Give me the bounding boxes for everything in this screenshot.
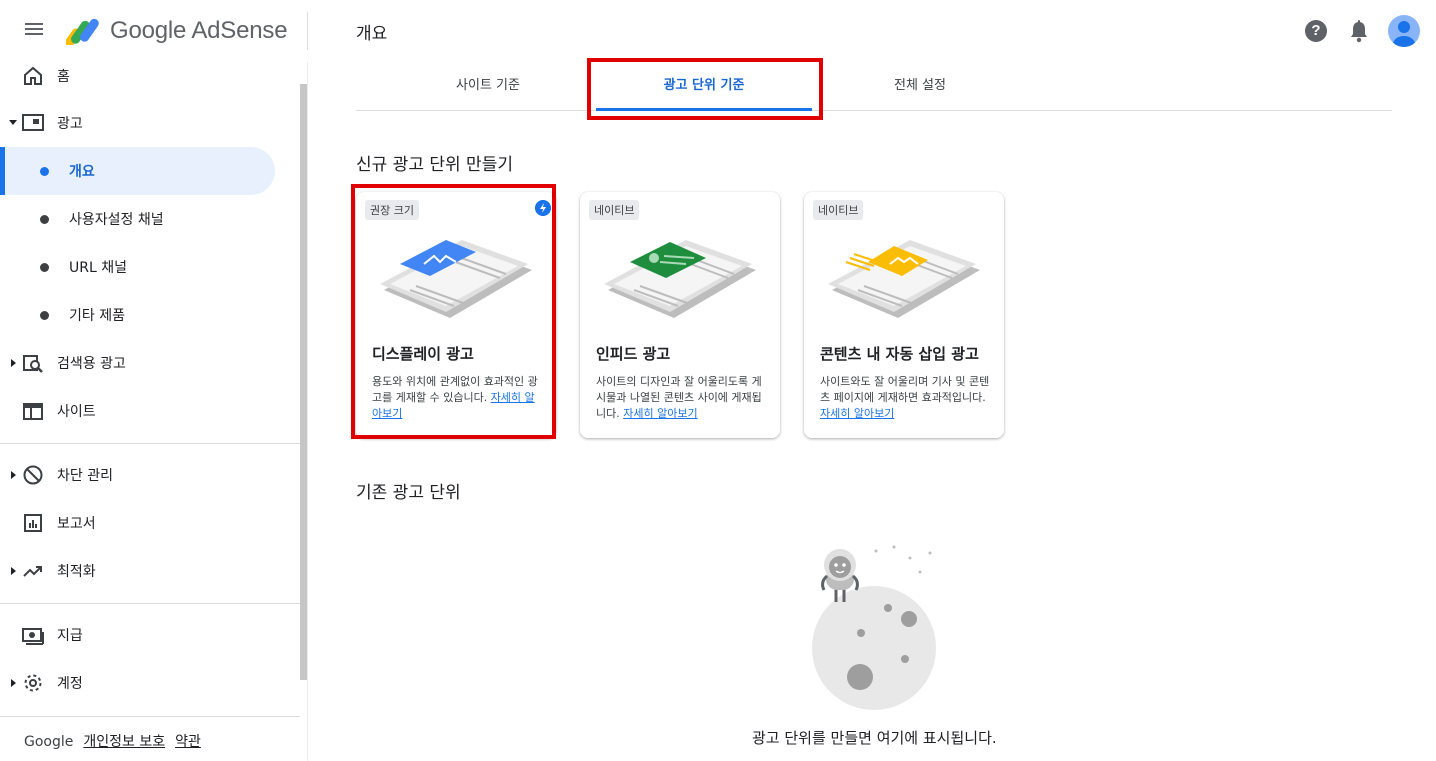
card-description: 사이트와도 잘 어울리며 기사 및 콘텐츠 페이지에 게재하면 효과적입니다. … (820, 374, 992, 422)
sidebar-item-label: 홈 (57, 69, 70, 85)
sidebar-item-account[interactable]: 계정 (0, 659, 300, 707)
sidebar-item-ads[interactable]: 광고 (0, 99, 300, 147)
card-description: 사이트의 디자인과 잘 어울리도록 게시물과 나열된 콘텐츠 사이에 게재됩니다… (596, 374, 768, 422)
create-section-title: 신규 광고 단위 만들기 (356, 155, 513, 175)
sidebar-item-label: 개요 (69, 164, 95, 180)
caret-right-icon (11, 679, 16, 687)
block-icon (23, 465, 43, 485)
sidebar-divider (0, 443, 300, 444)
sidebar-item-label: 기타 제품 (69, 308, 125, 324)
trending-up-icon (23, 566, 42, 577)
in-article-ad-illustration (828, 240, 980, 318)
in-feed-ad-illustration (604, 240, 756, 318)
sidebar-item-optimization[interactable]: 최적화 (0, 547, 300, 595)
sidebar-item-label: 지급 (57, 628, 83, 644)
sidebar-item-label: 계정 (57, 676, 83, 692)
home-icon (24, 66, 42, 85)
terms-link[interactable]: 약관 (175, 734, 201, 750)
sites-icon (23, 403, 43, 420)
in-feed-ads-card[interactable]: 네이티브 인피드 광고 사이트의 디자인과 잘 어울리도록 게시물과 나열된 콘… (580, 192, 780, 438)
sidebar-item-custom-channels[interactable]: 사용자설정 채널 (0, 195, 300, 243)
caret-right-icon (11, 359, 16, 367)
avatar-person-icon (1393, 21, 1415, 47)
empty-state-moon-illustration (812, 545, 936, 710)
bullet-dot (40, 311, 49, 320)
reports-icon (24, 514, 42, 532)
sidebar-scrollbar[interactable] (300, 84, 307, 680)
caret-right-icon (11, 567, 16, 575)
caret-down-icon (9, 120, 17, 125)
sidebar-item-url-channels[interactable]: URL 채널 (0, 243, 300, 291)
sidebar-item-payments[interactable]: 지급 (0, 611, 300, 659)
sidebar-item-label: 사이트 (57, 404, 96, 420)
sidebar-divider (0, 716, 300, 717)
active-indicator (0, 147, 5, 195)
menu-icon[interactable] (22, 20, 46, 42)
sidebar-item-reports[interactable]: 보고서 (0, 499, 300, 547)
empty-state-message: 광고 단위를 만들면 여기에 표시됩니다. (752, 729, 997, 747)
sidebar-item-other-products[interactable]: 기타 제품 (0, 291, 300, 339)
in-article-ads-card[interactable]: 네이티브 콘텐츠 내 자동 삽입 광고 사이트와도 잘 어울리며 기사 및 콘텐… (804, 192, 1004, 438)
sidebar-footer: Google 개인정보 보호 약관 (24, 731, 201, 751)
search-ads-icon (23, 355, 43, 373)
content-divider (307, 62, 308, 761)
sidebar-item-label: 사용자설정 채널 (69, 212, 164, 228)
payments-icon (22, 628, 44, 645)
page-title: 개요 (356, 24, 388, 44)
sidebar-item-label: URL 채널 (69, 260, 127, 276)
native-chip: 네이티브 (589, 200, 640, 220)
sidebar-item-overview[interactable]: 개요 (0, 147, 275, 195)
brand-name: Google AdSense (110, 17, 288, 44)
bullet-dot (40, 167, 49, 176)
native-chip: 네이티브 (813, 200, 864, 220)
existing-section-title: 기존 광고 단위 (356, 483, 461, 503)
card-desc-text: 사이트와도 잘 어울리며 기사 및 콘텐츠 페이지에 게재하면 효과적입니다. (820, 375, 990, 404)
caret-right-icon (11, 471, 16, 479)
header-divider (307, 12, 308, 50)
learn-more-link[interactable]: 자세히 알아보기 (623, 407, 697, 420)
sidebar-item-label: 최적화 (57, 564, 96, 580)
sidebar-item-sites[interactable]: 사이트 (0, 387, 300, 435)
card-title: 콘텐츠 내 자동 삽입 광고 (820, 345, 979, 363)
sidebar-nav: 홈 광고 개요 사용자설정 채널 URL 채널 기타 제품 검색용 광고 사이트 (0, 62, 300, 761)
gear-icon (24, 674, 42, 692)
sidebar-divider (0, 603, 300, 604)
sidebar-item-label: 광고 (57, 116, 83, 132)
tab-global-settings[interactable]: 전체 설정 (812, 62, 1028, 110)
ads-icon (22, 114, 44, 131)
sidebar-item-label: 검색용 광고 (57, 356, 126, 372)
bullet-dot (40, 215, 49, 224)
card-title: 인피드 광고 (596, 345, 671, 363)
notifications-bell-icon[interactable] (1349, 19, 1369, 43)
sidebar-item-search-ads[interactable]: 검색용 광고 (0, 339, 300, 387)
account-avatar[interactable] (1388, 15, 1420, 47)
tab-bar: 사이트 기준 광고 단위 기준 전체 설정 (356, 62, 1392, 111)
adsense-logo-icon (66, 18, 99, 45)
footer-google: Google (24, 734, 74, 750)
help-icon[interactable]: ? (1305, 20, 1327, 42)
tab-by-site[interactable]: 사이트 기준 (380, 62, 596, 110)
learn-more-link[interactable]: 자세히 알아보기 (820, 407, 894, 420)
sidebar-item-label: 차단 관리 (57, 468, 113, 484)
highlight-box-tab (587, 58, 823, 120)
bullet-dot (40, 263, 49, 272)
highlight-box-card (351, 184, 556, 439)
sidebar-item-blocking-controls[interactable]: 차단 관리 (0, 451, 300, 499)
sidebar-item-label: 보고서 (57, 516, 96, 532)
sidebar-item-home[interactable]: 홈 (0, 52, 300, 100)
privacy-link[interactable]: 개인정보 보호 (83, 734, 165, 750)
